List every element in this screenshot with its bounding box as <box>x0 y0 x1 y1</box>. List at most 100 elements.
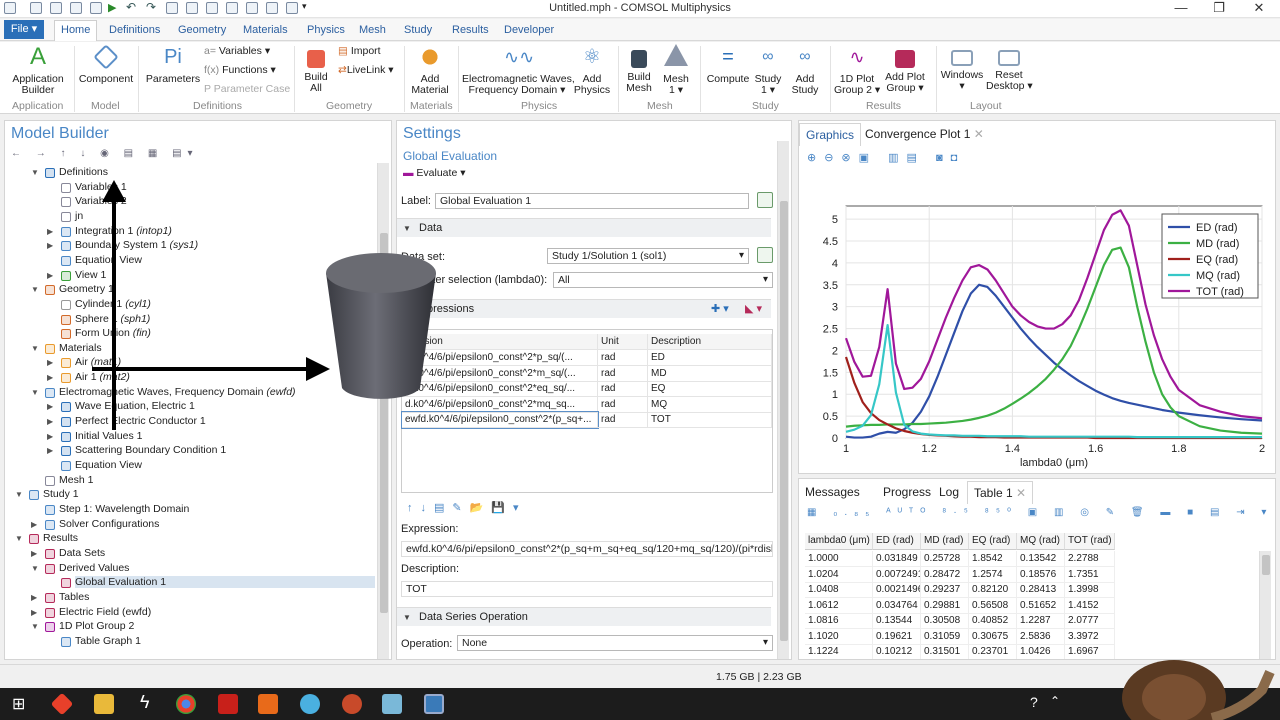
expression-cell[interactable]: MQ <box>648 396 772 413</box>
table-header[interactable]: EQ (rad) <box>969 533 1017 550</box>
tree-expander-icon[interactable]: ▶ <box>31 608 37 617</box>
expression-cell[interactable]: rad <box>598 365 648 382</box>
dataset-action-icon[interactable] <box>757 247 773 263</box>
expression-field[interactable]: ewfd.k0^4/6/pi/epsilon0_const^2*(p_sq+m_… <box>401 541 773 557</box>
build-all-button[interactable]: Build All <box>298 44 334 94</box>
tree-expander-icon[interactable]: ▶ <box>47 241 53 250</box>
table-header[interactable]: ED (rad) <box>873 533 921 550</box>
table-header[interactable]: MD (rad) <box>921 533 969 550</box>
import-button[interactable]: ▤ Import <box>338 45 381 57</box>
tree-expander-icon[interactable]: ▼ <box>31 344 39 353</box>
tab-physics[interactable]: Physics <box>301 22 351 39</box>
tree-expander-icon[interactable]: ▼ <box>31 285 39 294</box>
expression-cell[interactable]: rad <box>598 350 648 366</box>
start-icon[interactable]: ⊞ <box>12 694 25 714</box>
em-waves-button[interactable]: ∿∿ Electromagnetic Waves, Frequency Doma… <box>462 44 575 96</box>
maximize-button[interactable]: ❐ <box>1204 0 1234 17</box>
label-field[interactable]: Global Evaluation 1 <box>435 193 749 209</box>
tab-mesh[interactable]: Mesh <box>353 22 392 39</box>
add-physics-button[interactable]: ⚛ Add Physics <box>572 44 612 96</box>
expression-cell[interactable]: EQ <box>648 381 772 397</box>
tree-expander-icon[interactable]: ▼ <box>31 388 39 397</box>
settings-scrollbar[interactable] <box>777 141 789 659</box>
file-explorer-icon[interactable] <box>94 694 114 714</box>
tree-expander-icon[interactable]: ▼ <box>31 168 39 177</box>
tree-expander-icon[interactable]: ▶ <box>47 417 53 426</box>
tree-node[interactable]: Table Graph 1 <box>75 635 141 647</box>
parameter-case-button[interactable]: P Parameter Case <box>204 83 290 95</box>
tree-expander-icon[interactable]: ▶ <box>47 373 53 382</box>
reset-desktop-button[interactable]: Reset Desktop ▾ <box>986 44 1033 92</box>
expression-cell[interactable]: ED <box>648 350 772 366</box>
tree-expander-icon[interactable]: ▶ <box>47 446 53 455</box>
tree-node[interactable]: Derived Values <box>59 562 129 574</box>
application-builder-button[interactable]: A Application Builder <box>6 44 70 96</box>
tree-expander-icon[interactable]: ▶ <box>47 358 53 367</box>
tree-expander-icon[interactable]: ▶ <box>31 593 37 602</box>
tree-expander-icon[interactable]: ▶ <box>31 520 37 529</box>
matlab-icon[interactable] <box>258 694 278 714</box>
tab-developer[interactable]: Developer <box>498 22 560 39</box>
expression-cell[interactable]: rad <box>598 381 648 397</box>
data-series-operation-header[interactable]: ▼ Data Series Operation <box>397 607 771 626</box>
app-icon-light[interactable] <box>382 694 402 714</box>
functions-menu[interactable]: f(x) Functions ▾ <box>204 64 276 76</box>
tree-node[interactable]: Mesh 1 <box>59 474 93 486</box>
tab-home[interactable]: Home <box>54 20 98 41</box>
label-action-icon[interactable] <box>757 192 773 208</box>
expression-cell[interactable]: rad <box>598 412 648 428</box>
add-material-button[interactable]: Add Material <box>408 44 452 96</box>
minimize-button[interactable]: — <box>1166 0 1196 17</box>
tab-messages[interactable]: Messages <box>799 481 866 503</box>
expression-toolbar[interactable]: ↑↓▤✎📂💾▾ <box>407 501 527 514</box>
tree-node[interactable]: Step 1: Wavelength Domain <box>59 503 189 515</box>
tree-expander-icon[interactable]: ▶ <box>47 432 53 441</box>
expression-cell[interactable]: MD <box>648 365 772 382</box>
expressions-section-header[interactable]: pressions ✚ ▾ ◣ ▾ <box>397 299 771 318</box>
tree-node[interactable]: Results <box>43 532 78 544</box>
evaluate-button[interactable]: ▬ Evaluate ▾ <box>403 167 465 179</box>
tab-study[interactable]: Study <box>398 22 438 39</box>
build-mesh-button[interactable]: Build Mesh <box>622 44 656 94</box>
table-header[interactable]: lambda0 (μm) <box>805 533 873 550</box>
app-icon-red[interactable] <box>50 692 74 716</box>
data-section-header[interactable]: ▼ Data <box>397 218 771 237</box>
tree-expander-icon[interactable]: ▼ <box>31 622 39 631</box>
compute-button[interactable]: = Compute <box>704 44 752 85</box>
tree-expander-icon[interactable]: ▼ <box>15 490 23 499</box>
tree-expander-icon[interactable]: ▶ <box>47 227 53 236</box>
comsol-icon[interactable] <box>424 694 444 714</box>
graphics-toolbar[interactable]: ⊕⊖⊗▣ ▥▤ ◙◘ <box>807 151 965 164</box>
plot-group-button[interactable]: ∿ 1D Plot Group 2 ▾ <box>834 44 880 96</box>
livelink-menu[interactable]: ⇄LiveLink ▾ <box>338 64 394 76</box>
app-icon-blue[interactable] <box>300 694 320 714</box>
tree-expander-icon[interactable]: ▼ <box>15 534 23 543</box>
tab-geometry[interactable]: Geometry <box>172 22 232 39</box>
tree-node[interactable]: Study 1 <box>43 488 79 500</box>
model-builder-toolbar[interactable]: ← → ↑ ↓ ◉ ▤ ▦ ▤▾ <box>11 148 199 159</box>
table-toolbar[interactable]: ▦ ₀.₈₅ ᴬᵁᵀᴼ ⁸·⁵ ⁸⁵⁰ ▣ ▥ ◎ ✎ 🗑 ▬ ■ ▤ ⇥ ▾ <box>807 507 1273 518</box>
tree-expander-icon[interactable]: ▶ <box>31 549 37 558</box>
tree-expander-icon[interactable]: ▼ <box>31 564 39 573</box>
study1-button[interactable]: ∞ Study 1 ▾ <box>752 44 784 96</box>
tree-node[interactable]: Data Sets <box>59 547 105 559</box>
tree-node[interactable]: Solver Configurations <box>59 518 159 530</box>
expression-cell[interactable]: TOT <box>648 412 772 428</box>
tree-node[interactable]: 1D Plot Group 2 <box>59 620 134 632</box>
tab-results[interactable]: Results <box>446 22 495 39</box>
table-header[interactable]: MQ (rad) <box>1017 533 1065 550</box>
file-menu-button[interactable]: File ▾ <box>4 20 44 39</box>
help-icon[interactable]: ? <box>1030 694 1038 710</box>
tree-node[interactable]: Scattering Boundary Condition 1 <box>75 444 226 456</box>
parameters-button[interactable]: Pi Parameters <box>144 44 202 85</box>
tree-node[interactable]: Equation View <box>75 459 142 471</box>
operation-select[interactable]: None <box>457 635 773 651</box>
tree-expander-icon[interactable]: ▶ <box>47 271 53 280</box>
tree-node[interactable]: jn <box>75 210 83 222</box>
table-header[interactable]: TOT (rad) <box>1065 533 1115 550</box>
tab-table-1[interactable]: Table 1 ✕ <box>967 481 1034 504</box>
app-icon-bolt[interactable]: ϟ <box>140 692 150 713</box>
tab-graphics[interactable]: Graphics <box>799 123 862 146</box>
parameter-selection-select[interactable]: All <box>553 272 773 288</box>
tree-node[interactable]: Definitions <box>59 166 108 178</box>
